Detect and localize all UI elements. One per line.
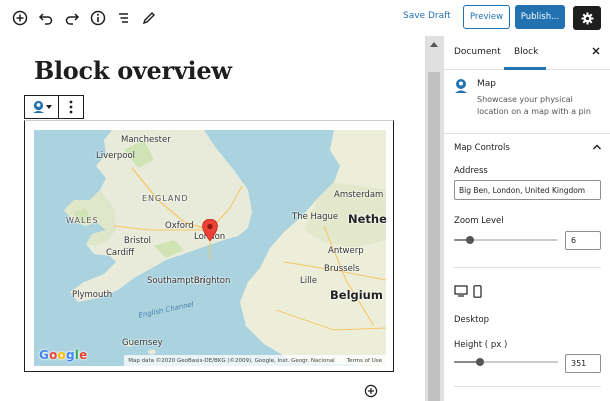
chevron-down-icon [45, 105, 52, 109]
close-icon[interactable] [590, 45, 602, 57]
panel-title: Map Controls [454, 143, 510, 153]
settings-button[interactable] [573, 6, 601, 30]
add-block-icon[interactable] [364, 384, 378, 398]
map-label: Antwerp [328, 246, 364, 256]
redo-icon[interactable] [62, 8, 82, 28]
tab-block[interactable]: Block [514, 47, 538, 57]
height-label: Height ( px ) [454, 340, 508, 350]
scroll-thumb[interactable] [428, 72, 440, 401]
add-block-icon[interactable] [10, 8, 30, 28]
sidebar-tabs: Document Block [444, 36, 610, 70]
map-label: Plymouth [72, 290, 113, 300]
chevron-up-icon [593, 144, 601, 150]
map-label: Oxford [165, 221, 194, 231]
publish-button[interactable]: Publish... [515, 5, 565, 29]
map-label: ENGLAND [142, 194, 189, 203]
gear-icon [581, 12, 593, 24]
device-label: Desktop [454, 315, 490, 325]
map-label: Lille [300, 276, 318, 286]
slider-thumb[interactable] [466, 236, 474, 244]
map-data-credit: Map data ©2020 GeoBasis-DE/BKG (©2009), … [128, 357, 335, 364]
desktop-icon[interactable] [454, 285, 468, 297]
post-title[interactable]: Block overview [34, 56, 232, 85]
map-label: The Hague [292, 212, 339, 222]
divider [454, 386, 601, 387]
slider-thumb[interactable] [476, 358, 484, 366]
more-options-button[interactable] [59, 96, 83, 118]
scroll-up-arrow-icon[interactable] [430, 42, 438, 47]
list-view-icon[interactable] [114, 8, 134, 28]
address-input[interactable]: Big Ben, London, United Kingdom [454, 180, 601, 200]
map-label: Manchester [121, 135, 171, 145]
map-label: Nether [348, 212, 386, 226]
address-label: Address [454, 166, 488, 176]
more-vertical-icon [69, 100, 73, 114]
map-attribution: Map data ©2020 GeoBasis-DE/BKG (©2009), … [124, 355, 386, 366]
map-label: Liverpool [96, 151, 136, 161]
height-input[interactable]: 351 [565, 354, 601, 373]
terms-of-use-link[interactable]: Terms of Use [347, 358, 382, 364]
block-card-title: Map [477, 79, 496, 89]
preview-button[interactable]: Preview [463, 5, 510, 29]
map-label: Belgium [330, 288, 383, 302]
zoom-level-slider[interactable] [454, 230, 558, 250]
map-pin-marker-icon[interactable] [202, 219, 218, 241]
block-toolbar [24, 95, 84, 119]
map-label: Brussels [324, 264, 360, 274]
map-label: Amsterdam [334, 190, 384, 200]
zoom-level-label: Zoom Level [454, 216, 504, 226]
zoom-level-input[interactable]: 6 [565, 231, 601, 250]
map-controls-panel-toggle[interactable]: Map Controls [444, 134, 610, 160]
save-draft-button[interactable]: Save Draft [403, 11, 451, 21]
divider [454, 267, 601, 268]
map-label: Bristol [124, 236, 152, 246]
map-label: Guernsey [122, 338, 163, 348]
block-card: Map Showcase your physical location on a… [444, 70, 610, 134]
map-pin-icon [455, 79, 467, 93]
block-card-description: Showcase your physical location on a map… [477, 95, 591, 116]
undo-icon[interactable] [36, 8, 56, 28]
map-label: WALES [66, 216, 99, 225]
scrollbar[interactable] [425, 36, 443, 401]
google-logo: Google [39, 348, 88, 362]
info-icon[interactable] [88, 8, 108, 28]
mobile-icon[interactable] [473, 285, 482, 298]
editor-canvas: Block overview Manchester Liverpool ENGL… [0, 36, 425, 401]
map-label: Cardiff [106, 248, 135, 258]
height-slider[interactable] [454, 352, 558, 372]
map-block[interactable]: Manchester Liverpool ENGLAND WALES Brist… [24, 120, 394, 372]
block-type-switcher[interactable] [25, 96, 59, 118]
map-label: Brighton [194, 276, 231, 286]
google-map[interactable]: Manchester Liverpool ENGLAND WALES Brist… [34, 130, 386, 366]
settings-sidebar: Document Block Map Showcase your physica… [443, 36, 610, 401]
tab-document[interactable]: Document [454, 47, 501, 57]
top-toolbar: Save Draft Preview Publish... [0, 0, 610, 36]
map-pin-icon [32, 100, 44, 113]
edit-tool-icon[interactable] [139, 8, 159, 28]
